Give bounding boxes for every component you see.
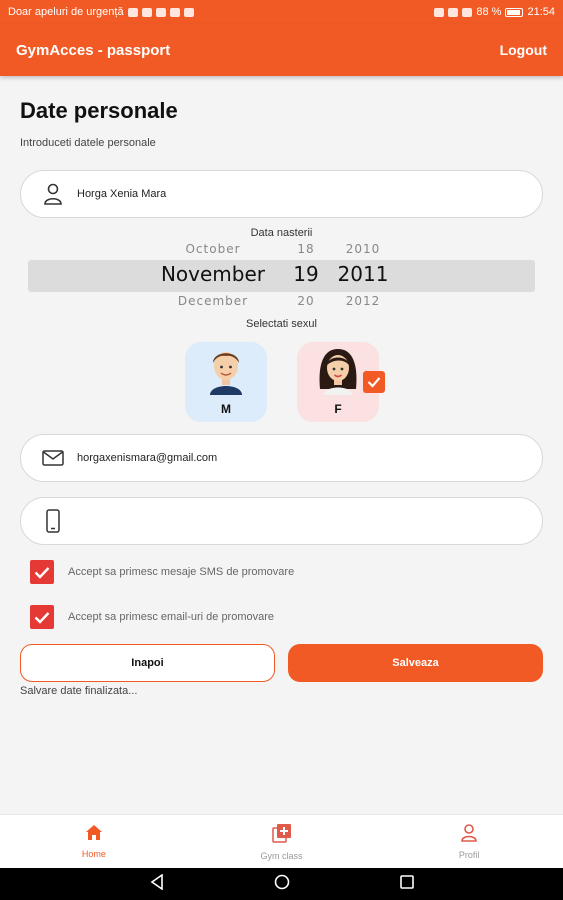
- picker-selection-band: [28, 260, 535, 292]
- male-avatar-icon: [204, 345, 248, 400]
- gallery-icon: [183, 7, 194, 17]
- female-avatar-icon: [316, 345, 360, 400]
- name-value: Horga Xenia Mara: [77, 188, 167, 200]
- email-consent-row[interactable]: Accept sa primesc email-uri de promovare: [30, 605, 274, 629]
- app-title: GymAcces - passport: [16, 41, 171, 59]
- envelope-icon: [41, 446, 65, 470]
- nav-gym-class[interactable]: Gym class: [188, 815, 376, 868]
- save-status-text: Salvare date finalizata...: [20, 685, 138, 697]
- person-icon: [41, 182, 65, 206]
- email-field[interactable]: horgaxenismara@gmail.com: [20, 434, 543, 482]
- vibrate-icon: [434, 7, 445, 17]
- usb-icon: [127, 7, 138, 17]
- email-value: horgaxenismara@gmail.com: [77, 452, 218, 464]
- gender-male-option[interactable]: M: [185, 342, 267, 422]
- save-button[interactable]: Salveaza: [288, 644, 543, 682]
- date-picker[interactable]: October November December 18 19 20 2010 …: [28, 238, 535, 310]
- year-prev: 2010: [345, 242, 381, 256]
- phone-icon: [41, 509, 65, 533]
- female-selected-check-icon: [363, 371, 385, 393]
- email-consent-checkbox[interactable]: [30, 605, 54, 629]
- app-bar: GymAcces - passport Logout: [0, 24, 563, 76]
- female-letter: F: [334, 402, 342, 416]
- nav-home-label: Home: [81, 849, 106, 859]
- carrier-text: Doar apeluri de urgență: [8, 6, 124, 18]
- day-next: 20: [297, 294, 315, 308]
- page-subtitle: Introduceti datele personale: [20, 137, 156, 149]
- phone-field[interactable]: [20, 497, 543, 545]
- sms-consent-checkbox[interactable]: [30, 560, 54, 584]
- back-triangle-icon[interactable]: [150, 872, 164, 895]
- page-title: Date personale: [20, 98, 178, 123]
- battery-icon: [505, 7, 524, 17]
- sex-label: Selectati sexul: [246, 318, 317, 330]
- gym-class-icon: [271, 823, 292, 848]
- logout-button[interactable]: Logout: [500, 42, 547, 58]
- name-field[interactable]: Horga Xenia Mara: [20, 170, 543, 218]
- year-next: 2012: [345, 294, 381, 308]
- home-icon: [85, 824, 103, 846]
- day-prev: 18: [297, 242, 315, 256]
- notification-icon: [169, 7, 180, 17]
- nav-gym-class-label: Gym class: [260, 850, 303, 861]
- status-bar: Doar apeluri de urgență 88 % 21:54: [0, 0, 563, 24]
- sms-consent-label: Accept sa primesc mesaje SMS de promovar…: [68, 566, 295, 578]
- month-current: November: [160, 262, 266, 286]
- bottom-nav: Home Gym class Profil: [0, 814, 563, 868]
- wifi-icon: [448, 7, 459, 17]
- male-letter: M: [221, 402, 231, 416]
- year-current: 2011: [337, 262, 389, 286]
- back-button[interactable]: Inapoi: [20, 644, 275, 682]
- signal-icon: [462, 7, 473, 17]
- day-current: 19: [293, 262, 319, 286]
- system-nav-bar: [0, 868, 563, 900]
- clock: 21:54: [527, 6, 555, 18]
- battery-percent: 88 %: [476, 6, 502, 18]
- shield-icon: [141, 7, 152, 17]
- recents-square-icon[interactable]: [399, 874, 414, 894]
- month-prev: October: [185, 242, 241, 256]
- nav-profile-label: Profil: [458, 849, 480, 860]
- youtube-icon: [155, 7, 166, 17]
- nav-profile[interactable]: Profil: [375, 815, 563, 868]
- month-next: December: [177, 294, 249, 308]
- sms-consent-row[interactable]: Accept sa primesc mesaje SMS de promovar…: [30, 560, 294, 584]
- home-circle-icon[interactable]: [274, 874, 290, 895]
- nav-home[interactable]: Home: [0, 815, 188, 868]
- email-consent-label: Accept sa primesc email-uri de promovare: [68, 611, 275, 623]
- profile-icon: [460, 823, 478, 847]
